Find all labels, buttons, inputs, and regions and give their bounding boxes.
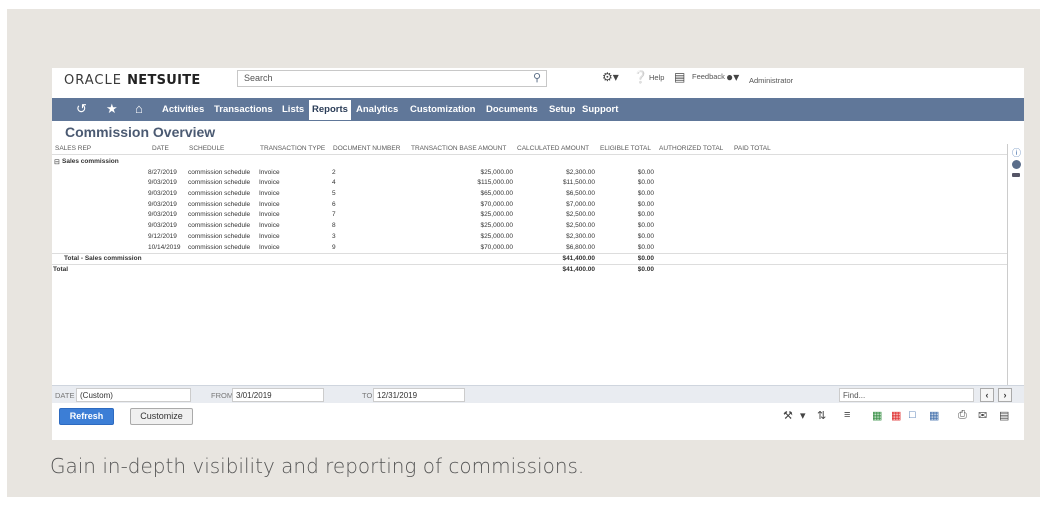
collapse-panel-icon[interactable] <box>1012 160 1021 169</box>
date-filter-select[interactable]: (Custom) <box>76 388 191 402</box>
export-pdf-icon[interactable]: ▦ <box>891 409 901 422</box>
schedule-report-icon[interactable]: ▤ <box>999 409 1009 422</box>
filter-bar: DATE (Custom) FROM 3/01/2019 TO 12/31/20… <box>52 385 1024 403</box>
right-panel: ⓘ <box>1007 144 1024 399</box>
table-row[interactable]: 10/14/2019 commission schedule Invoice 9 $70… <box>52 243 1007 254</box>
netsuite-logo[interactable]: ORACLE NETSUITE <box>64 73 201 88</box>
col-document-number[interactable]: DOCUMENT NUMBER <box>333 145 400 152</box>
nav-setup[interactable]: Setup <box>549 104 575 115</box>
main-nav: ↺ ★ ⌂ Activities Transactions Lists Repo… <box>52 98 1024 121</box>
search-icon[interactable]: ⚲ <box>533 71 541 84</box>
subtotal-row: Total - Sales commission $41,400.00 $0.0… <box>52 253 1007 264</box>
help-icon[interactable]: ❔ <box>633 70 648 84</box>
page-title: Commission Overview <box>65 124 216 140</box>
total-eligible: $0.00 <box>637 265 654 273</box>
col-authorized-total[interactable]: AUTHORIZED TOTAL <box>659 145 723 152</box>
recent-icon[interactable]: ↺ <box>76 101 87 117</box>
nav-reports[interactable]: Reports <box>309 100 351 120</box>
caption-text: Gain in-depth visibility and reporting o… <box>50 454 585 478</box>
user-name[interactable]: Administrator <box>749 76 793 85</box>
table-row[interactable]: 9/03/2019 commission schedule Invoice 7 $25,… <box>52 210 1007 221</box>
favorites-star-icon[interactable]: ★ <box>106 101 118 117</box>
nav-lists[interactable]: Lists <box>282 104 304 115</box>
group-label: Sales commission <box>62 158 119 165</box>
from-label: FROM <box>211 391 234 400</box>
nav-documents[interactable]: Documents <box>486 104 538 115</box>
info-icon[interactable]: ⓘ <box>1012 146 1021 159</box>
dropdown-arrow-icon[interactable]: ▾ <box>800 409 806 422</box>
subtotal-eligible: $0.00 <box>637 255 654 263</box>
next-page-button[interactable]: › <box>998 388 1012 402</box>
column-headers: SALES REP DATE SCHEDULE TRANSACTION TYPE… <box>52 144 1007 155</box>
refresh-button[interactable]: Refresh <box>59 408 114 425</box>
total-row: Total $41,400.00 $0.00 <box>52 263 1007 275</box>
export-excel-icon[interactable]: ▦ <box>872 409 882 422</box>
col-paid-total[interactable]: PAID TOTAL <box>734 145 771 152</box>
top-bar: ORACLE NETSUITE Search ⚲ ⚙▾ ❔ Help ▤ Fee… <box>52 68 1024 90</box>
col-transaction-base-amount[interactable]: TRANSACTION BASE AMOUNT <box>411 145 506 152</box>
nav-activities[interactable]: Activities <box>162 104 204 115</box>
promo-frame: ORACLE NETSUITE Search ⚲ ⚙▾ ❔ Help ▤ Fee… <box>7 9 1040 497</box>
to-date-input[interactable]: 12/31/2019 <box>373 388 465 402</box>
col-sales-rep[interactable]: SALES REP <box>55 145 91 152</box>
netsuite-window: ORACLE NETSUITE Search ⚲ ⚙▾ ❔ Help ▤ Fee… <box>52 68 1024 440</box>
col-eligible-total[interactable]: ELIGIBLE TOTAL <box>600 145 651 152</box>
nav-support[interactable]: Support <box>582 104 618 115</box>
find-input[interactable]: Find... <box>839 388 974 402</box>
table-row[interactable]: 9/03/2019 commission schedule Invoice 8 $25,… <box>52 221 1007 232</box>
table-row[interactable]: 9/03/2019 commission schedule Invoice 5 $65,… <box>52 189 1007 200</box>
total-label: Total <box>53 265 69 273</box>
scroll-handle-icon[interactable] <box>1012 173 1020 177</box>
subtotal-calculated: $41,400.00 <box>562 255 595 263</box>
total-calculated: $41,400.00 <box>562 265 595 273</box>
table-row[interactable]: 9/03/2019 commission schedule Invoice 6 $70,… <box>52 200 1007 211</box>
nav-customization[interactable]: Customization <box>410 104 475 115</box>
feedback-icon[interactable]: ▤ <box>674 70 685 84</box>
to-label: TO <box>362 391 373 400</box>
customize-button[interactable]: Customize <box>130 408 193 425</box>
help-link[interactable]: Help <box>649 73 664 82</box>
export-word-icon[interactable]: ▦ <box>929 409 939 422</box>
nav-analytics[interactable]: Analytics <box>356 104 398 115</box>
print-icon[interactable]: ⎙ <box>958 409 967 422</box>
col-date[interactable]: DATE <box>152 145 169 152</box>
subtotal-label: Total - Sales commission <box>64 255 142 263</box>
report-grid: ⊟ Sales commission 8/27/2019 commission s… <box>52 157 1007 275</box>
email-icon[interactable]: ✉ <box>978 409 987 422</box>
from-date-input[interactable]: 3/01/2019 <box>232 388 324 402</box>
col-calculated-amount[interactable]: CALCULATED AMOUNT <box>517 145 589 152</box>
feedback-link[interactable]: Feedback <box>692 72 725 81</box>
table-row[interactable]: 8/27/2019 commission schedule Invoice 2 $25,… <box>52 168 1007 179</box>
table-row[interactable]: 9/12/2019 commission schedule Invoice 3 $25,… <box>52 232 1007 243</box>
table-row[interactable]: 9/03/2019 commission schedule Invoice 4 $115… <box>52 178 1007 189</box>
collapse-group-icon[interactable]: ⊟ <box>54 158 60 166</box>
date-filter-label: DATE <box>55 391 75 400</box>
home-icon[interactable]: ⌂ <box>135 101 143 116</box>
col-transaction-type[interactable]: TRANSACTION TYPE <box>260 145 325 152</box>
wrench-icon[interactable]: ⚒ <box>783 409 793 422</box>
user-avatar-icon[interactable]: ●▾ <box>726 70 739 84</box>
col-schedule[interactable]: SCHEDULE <box>189 145 224 152</box>
create-new-icon[interactable]: ⚙▾ <box>602 70 619 84</box>
group-row: ⊟ Sales commission <box>52 157 1007 168</box>
search-input[interactable]: Search <box>237 70 547 87</box>
nav-transactions[interactable]: Transactions <box>214 104 273 115</box>
prev-page-button[interactable]: ‹ <box>980 388 994 402</box>
expand-all-icon[interactable]: ⇅ <box>817 409 826 422</box>
export-csv-icon[interactable]: □ <box>909 409 916 421</box>
collapse-all-icon[interactable]: ≡ <box>844 409 850 421</box>
